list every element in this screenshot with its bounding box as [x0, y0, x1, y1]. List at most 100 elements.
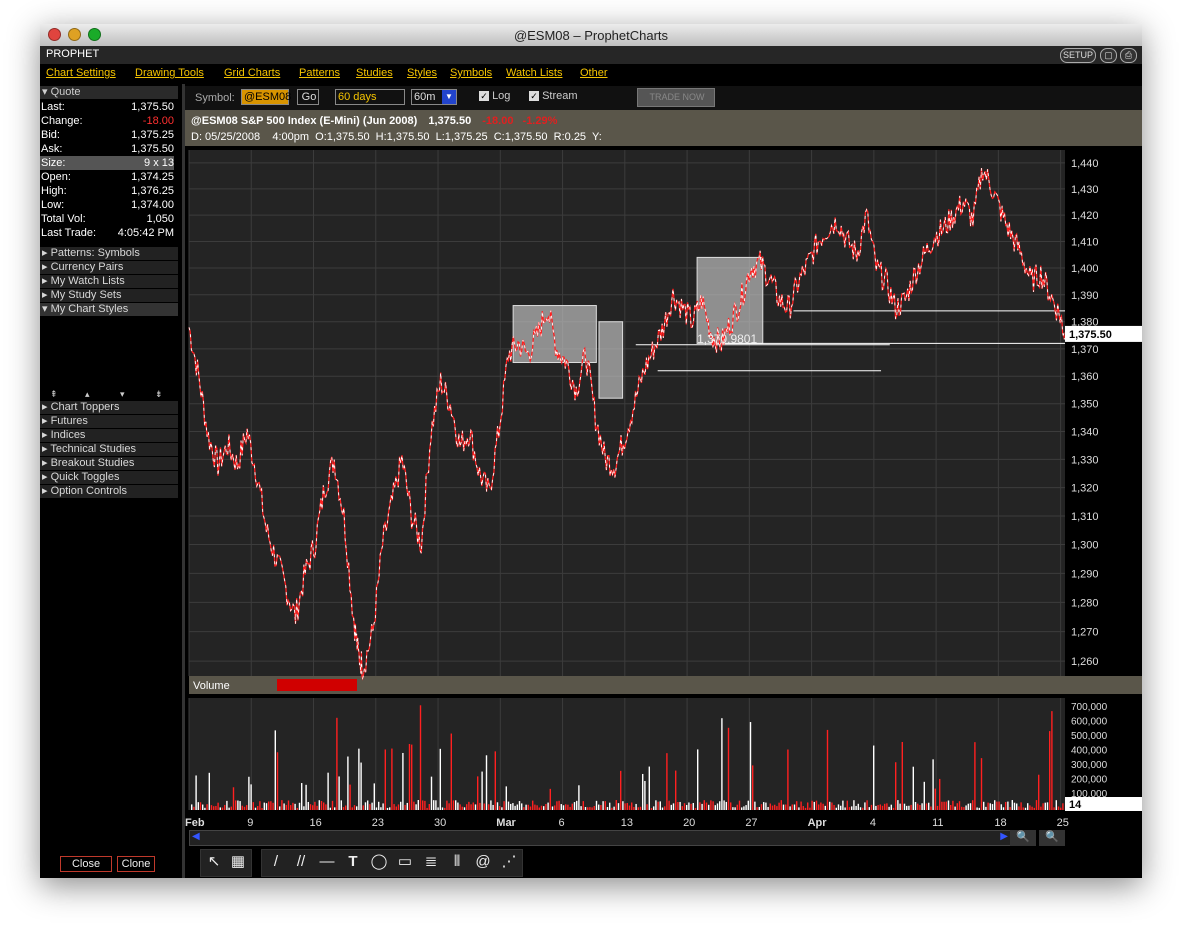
zoom-in-icon[interactable]: 🔍	[1010, 830, 1036, 846]
clone-button[interactable]: Clone	[117, 856, 155, 872]
volume-bar	[281, 800, 283, 810]
volume-bar	[529, 806, 532, 810]
time-tick-label: 30	[434, 817, 446, 829]
volume-bar	[708, 804, 710, 810]
sidebar-section[interactable]: ▸ Currency Pairs	[40, 261, 178, 275]
menu-patterns[interactable]: Patterns	[299, 67, 340, 79]
fibonacci-tool-icon[interactable]: ≣	[420, 851, 442, 873]
menu-other[interactable]: Other	[580, 67, 608, 79]
sidebar-section[interactable]: ▸ Futures	[40, 415, 178, 429]
sidebar-section[interactable]: ▸ Indices	[40, 429, 178, 443]
volume-bar	[617, 803, 620, 810]
volume-bar	[235, 800, 237, 810]
volume-bar	[419, 705, 422, 810]
move-top-icon[interactable]: ⇞	[50, 389, 58, 400]
volume-bar	[892, 807, 895, 810]
menu-grid-charts[interactable]: Grid Charts	[224, 67, 280, 79]
menu-drawing-tools[interactable]: Drawing Tools	[135, 67, 204, 79]
sidebar-section[interactable]: ▸ My Watch Lists	[40, 275, 178, 289]
setup-button[interactable]: SETUP	[1060, 48, 1096, 63]
line-tool-icon[interactable]: /	[265, 851, 287, 873]
checkmark-icon: ✓	[479, 91, 489, 102]
range-select[interactable]: 60 days	[335, 89, 405, 105]
menu-symbols[interactable]: Symbols	[450, 67, 492, 79]
text-tool-icon[interactable]: T	[342, 851, 364, 873]
move-bottom-icon[interactable]: ⇟	[155, 389, 163, 400]
move-up-icon[interactable]: ▴	[85, 389, 90, 400]
volume-bar	[644, 780, 646, 810]
volume-bar	[862, 807, 864, 810]
time-tick-label: Apr	[808, 817, 828, 829]
volume-bar	[389, 807, 391, 810]
rectangle-tool-icon[interactable]: ▭	[394, 851, 416, 873]
fan-tool-icon[interactable]: ⋰	[498, 851, 520, 873]
collapsed-arrow-icon: ▸	[42, 401, 51, 413]
volume-bar	[292, 802, 294, 810]
volume-bar	[888, 806, 890, 810]
volume-bar	[466, 804, 468, 810]
trade-now-button[interactable]: TRADE NOW	[637, 88, 715, 107]
pointer-tool-icon[interactable]: ↖	[203, 851, 225, 873]
volume-label: Volume	[193, 680, 230, 692]
volume-bar	[391, 748, 393, 810]
volume-bar	[705, 802, 708, 810]
close-button[interactable]: Close	[60, 856, 112, 872]
price-tick-label: 1,310	[1071, 511, 1099, 523]
print-icon[interactable]: ⎙	[1120, 48, 1137, 63]
volume-bar	[532, 800, 534, 810]
volume-bar	[859, 807, 862, 810]
volume-bar	[378, 801, 380, 810]
move-down-icon[interactable]: ▾	[120, 389, 125, 400]
window-icon[interactable]: ▢	[1100, 48, 1117, 63]
go-button[interactable]: Go	[297, 89, 319, 105]
spiral-tool-icon[interactable]: @	[472, 851, 494, 873]
symbol-input[interactable]: @ESM08	[241, 89, 291, 105]
ellipse-tool-icon[interactable]: ◯	[368, 851, 390, 873]
volume-bar	[681, 806, 683, 810]
volume-bar	[351, 807, 353, 810]
menu-watch-lists[interactable]: Watch Lists	[506, 67, 562, 79]
scroll-right-icon[interactable]: ▶	[1000, 831, 1008, 842]
menu-styles[interactable]: Styles	[407, 67, 437, 79]
volume-bar	[261, 807, 263, 810]
menu-studies[interactable]: Studies	[356, 67, 393, 79]
price-tick-label: 1,270	[1071, 627, 1099, 639]
volume-bar	[901, 741, 903, 810]
volume-bar	[732, 807, 734, 810]
volume-bar	[1018, 806, 1020, 810]
scroll-left-icon[interactable]: ◀	[192, 831, 200, 842]
volume-bar	[875, 805, 877, 810]
volume-bar	[932, 759, 934, 810]
sidebar-section[interactable]: ▾ My Chart Styles	[40, 303, 178, 317]
volume-bar	[655, 800, 657, 810]
sidebar-section[interactable]: ▸ Quick Toggles	[40, 471, 178, 485]
time-tick-label: 11	[932, 817, 943, 829]
price-plot-area	[189, 150, 1065, 676]
volume-bar	[342, 807, 345, 810]
volume-bar	[468, 801, 470, 810]
volume-bar	[666, 753, 668, 810]
sidebar-section[interactable]: ▸ Chart Toppers	[40, 401, 178, 415]
price-tick-label: 1,370	[1071, 344, 1099, 356]
sidebar-section[interactable]: ▸ Option Controls	[40, 485, 178, 499]
price-chart[interactable]: 1,4401,4301,4201,4101,4001,3901,3801,370…	[185, 146, 1142, 830]
sidebar-section[interactable]: ▸ Breakout Studies	[40, 457, 178, 471]
info-price: 1,375.50	[428, 115, 472, 127]
quote-header[interactable]: ▾ Quote	[40, 86, 178, 99]
sidebar-section[interactable]: ▸ Patterns: Symbols	[40, 247, 178, 261]
volume-bar	[802, 806, 804, 810]
time-zones-tool-icon[interactable]: ⦀	[446, 851, 468, 873]
volume-bar	[725, 801, 727, 810]
zoom-out-icon[interactable]: 🔍	[1039, 830, 1065, 846]
grid-select-tool-icon[interactable]: ▦	[227, 851, 249, 873]
sidebar-section[interactable]: ▸ My Study Sets	[40, 289, 178, 303]
stream-checkbox[interactable]: ✓ Stream	[527, 89, 597, 105]
chart-scrollbar[interactable]: ◀ ▶	[189, 830, 1011, 846]
parallel-lines-tool-icon[interactable]: //	[290, 851, 312, 873]
volume-bar	[694, 807, 697, 810]
horizontal-line-tool-icon[interactable]: —	[316, 851, 338, 873]
interval-select[interactable]: 60m ▼	[411, 89, 457, 105]
sidebar-section[interactable]: ▸ Technical Studies	[40, 443, 178, 457]
menu-chart-settings[interactable]: Chart Settings	[46, 67, 116, 79]
volume-bar	[675, 770, 677, 810]
